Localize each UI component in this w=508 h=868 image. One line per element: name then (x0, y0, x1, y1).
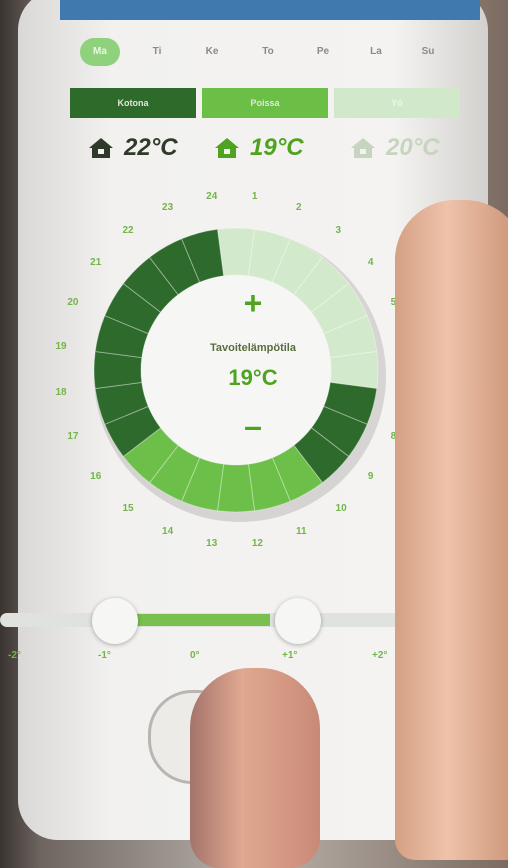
temp-poissa-value: 19°C (250, 134, 304, 161)
hour-label: 13 (206, 537, 218, 549)
top-bar (60, 0, 480, 20)
finger-right (395, 200, 508, 860)
temp-kotona: 22°C (88, 128, 178, 168)
hour-label: 3 (335, 225, 342, 237)
hour-label: 23 (162, 202, 174, 214)
hour-label: 24 (206, 190, 218, 202)
day-la[interactable]: La (356, 38, 396, 66)
home-icon (88, 136, 114, 160)
increase-temp-button[interactable]: + (233, 285, 273, 322)
offset-label: 0° (190, 650, 200, 661)
hour-label: 1 (251, 190, 258, 202)
offset-label: +2° (372, 650, 388, 661)
offset-labels: -2° -1° 0° +1° +2° (0, 650, 400, 670)
hour-label: 18 (55, 386, 67, 398)
temp-poissa: 19°C (214, 128, 304, 168)
hour-label: 14 (162, 525, 174, 537)
hour-label: 11 (295, 525, 307, 537)
temp-yo-value: 20°C (386, 134, 440, 161)
mode-kotona-button[interactable]: Kotona (70, 88, 196, 118)
hour-label: 12 (251, 537, 263, 549)
temp-yo: 20°C (350, 128, 440, 168)
offset-slider[interactable] (0, 598, 400, 644)
day-ma[interactable]: Ma (80, 38, 120, 66)
slider-knob-left[interactable] (92, 598, 138, 644)
temp-kotona-value: 22°C (124, 134, 178, 161)
offset-label: +1° (282, 650, 298, 661)
schedule-dial: 232412345678910111213141516171819202122 … (28, 191, 408, 555)
hour-label: 22 (122, 225, 134, 237)
day-ke[interactable]: Ke (192, 38, 232, 66)
slider-fill (130, 614, 270, 626)
slider-knob-right[interactable] (275, 598, 321, 644)
hour-label: 17 (67, 430, 79, 442)
finger-bottom (190, 668, 320, 868)
mode-selector: Kotona Poissa Yö (70, 88, 470, 120)
hour-label: 10 (335, 502, 347, 514)
target-temp-label: Tavoitelämpötila (210, 342, 296, 354)
mode-poissa-button[interactable]: Poissa (202, 88, 328, 118)
day-to[interactable]: To (248, 38, 288, 66)
decrease-temp-button[interactable]: – (233, 408, 273, 445)
mode-yo-button[interactable]: Yö (334, 88, 460, 118)
hour-label: 15 (122, 502, 134, 514)
day-selector: Ma Ti Ke To Pe La Su (80, 38, 480, 66)
hour-label: 21 (90, 257, 102, 269)
home-icon (350, 136, 376, 160)
hour-label: 2 (295, 202, 302, 214)
target-temp-value: 19°C (228, 365, 278, 390)
mode-temperatures: 22°C 19°C 20°C (88, 128, 488, 168)
hour-label: 4 (367, 257, 374, 269)
day-su[interactable]: Su (408, 38, 448, 66)
hour-label: 16 (90, 470, 102, 482)
offset-label: -1° (98, 650, 111, 661)
home-icon (214, 136, 240, 160)
day-pe[interactable]: Pe (303, 38, 343, 66)
hour-label: 19 (55, 341, 67, 353)
hour-label: 20 (67, 297, 79, 309)
day-ti[interactable]: Ti (137, 38, 177, 66)
hour-label: 9 (367, 470, 374, 482)
offset-label: -2° (8, 650, 21, 661)
